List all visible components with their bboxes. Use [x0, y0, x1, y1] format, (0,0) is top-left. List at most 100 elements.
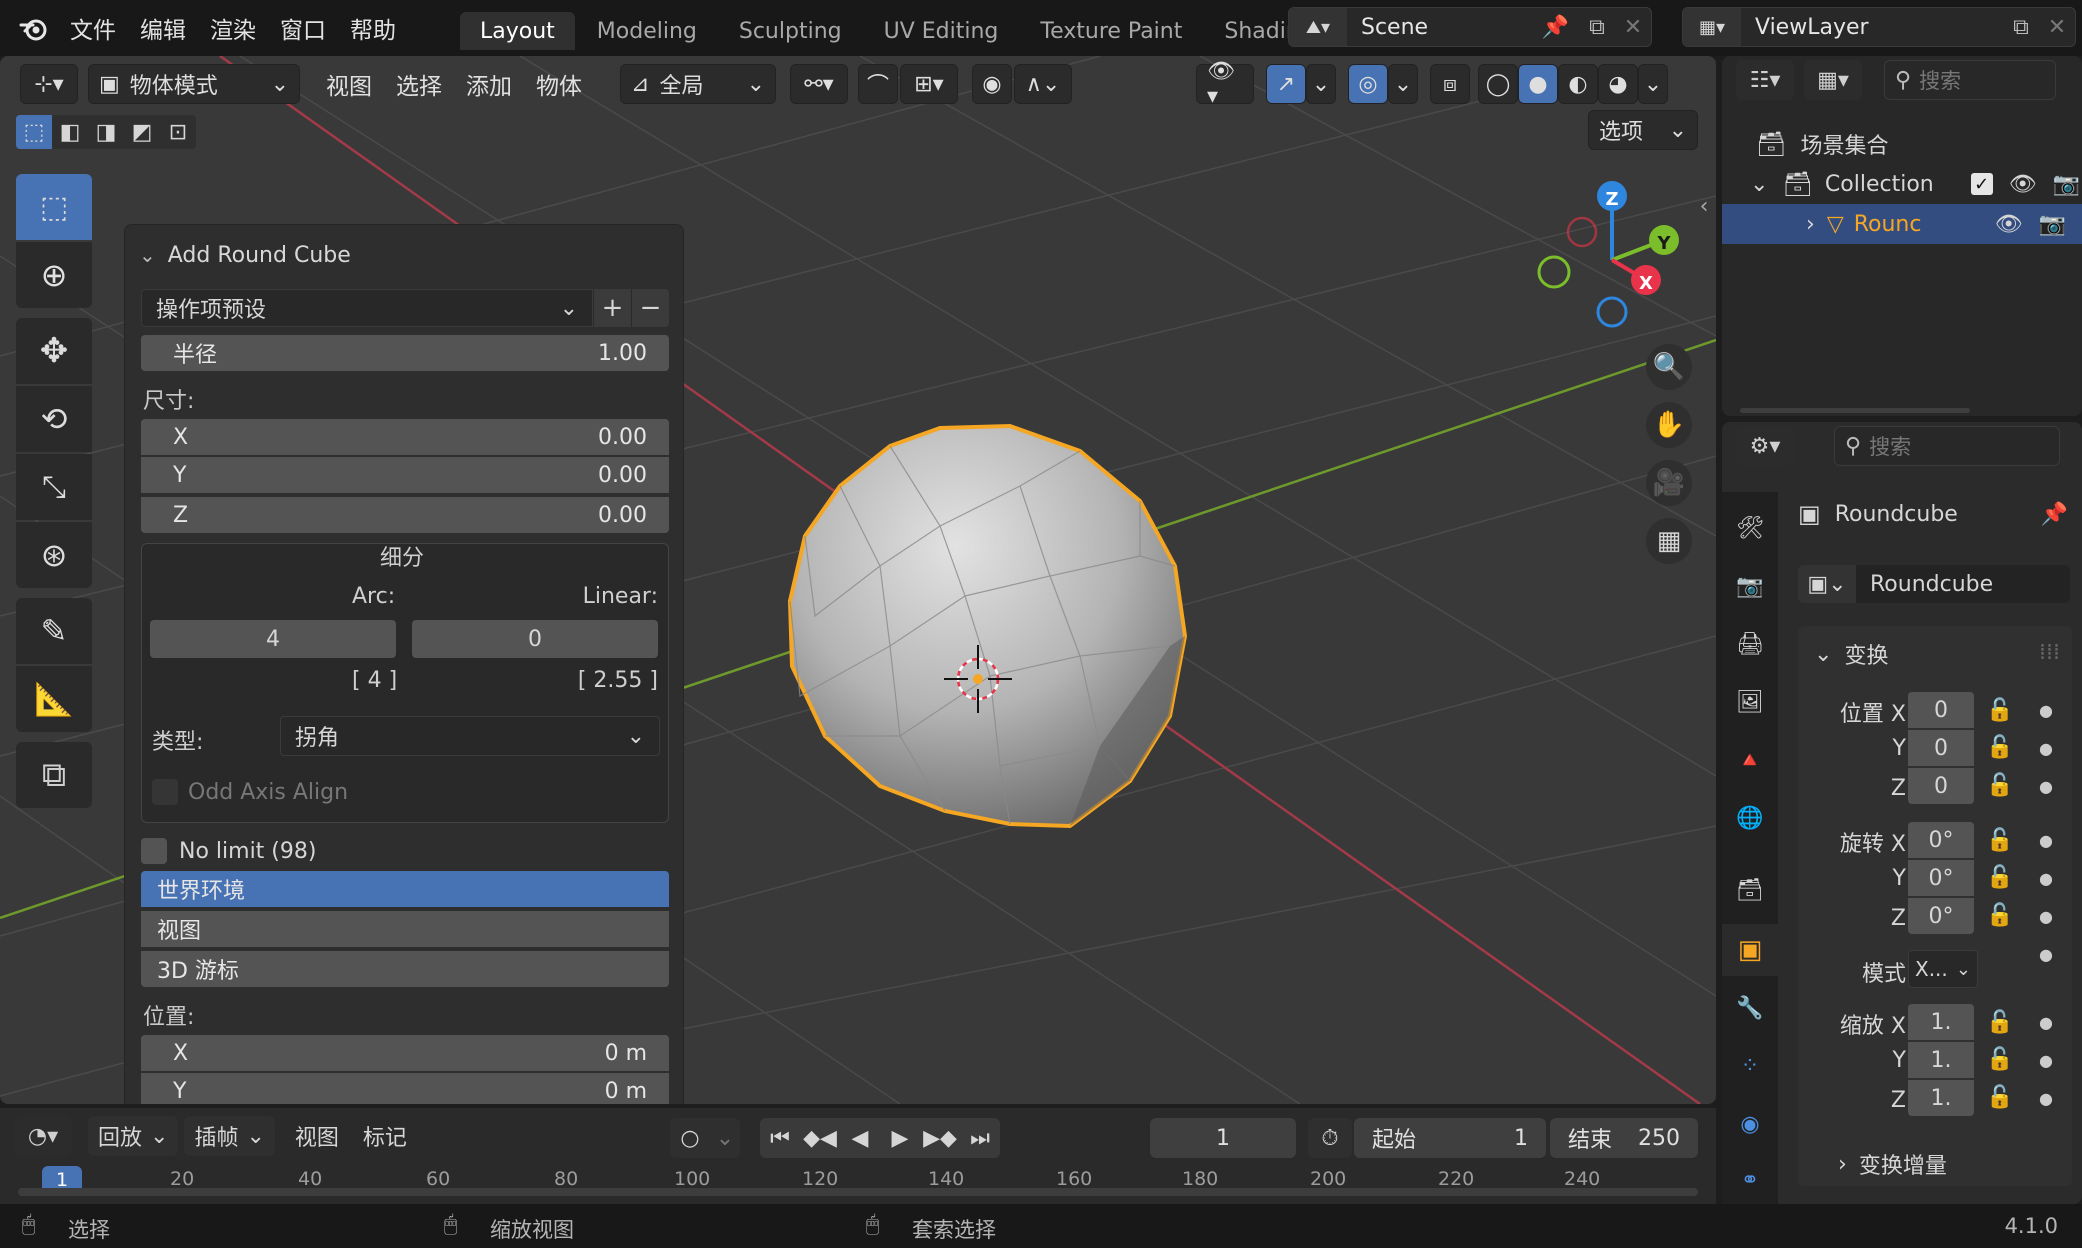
keyframe-dot-icon[interactable]: ●: [2034, 730, 2058, 768]
tool-transform[interactable]: ⊛: [16, 522, 92, 588]
xray-icon[interactable]: ⧈: [1430, 64, 1470, 104]
play-reverse-icon[interactable]: ◀: [840, 1118, 880, 1158]
world-tab-icon[interactable]: 🌐: [1728, 796, 1772, 840]
physics-tab-icon[interactable]: ◉: [1728, 1102, 1772, 1146]
checkbox-checked-icon[interactable]: ✓: [1970, 173, 1993, 195]
tab-sculpting[interactable]: Sculpting: [719, 12, 862, 50]
close-icon[interactable]: ✕: [2039, 9, 2075, 45]
pan-hand-icon[interactable]: ✋: [1646, 402, 1692, 448]
rotation-z-field[interactable]: 0°: [1908, 898, 1974, 934]
wireframe-shading-icon[interactable]: ◯: [1478, 64, 1518, 104]
timeline-menu-view[interactable]: 视图: [283, 1116, 351, 1156]
gizmo-icon[interactable]: ↗: [1266, 64, 1306, 104]
object-datablock-name[interactable]: Roundcube: [1856, 565, 2070, 603]
align-world[interactable]: 世界环境: [141, 871, 669, 907]
align-view[interactable]: 视图: [141, 911, 669, 947]
chevron-down-icon[interactable]: ⌄: [1638, 64, 1668, 104]
new-view-layer-icon[interactable]: ⧉: [2003, 9, 2039, 45]
lock-icon[interactable]: 🔓: [1982, 1040, 2018, 1078]
particles-tab-icon[interactable]: ⁘: [1728, 1044, 1772, 1088]
new-scene-icon[interactable]: ⧉: [1579, 9, 1615, 45]
remove-preset-button[interactable]: −: [631, 289, 669, 327]
align-3d-cursor[interactable]: 3D 游标: [141, 951, 669, 987]
menu-help[interactable]: 帮助: [338, 0, 408, 56]
keyframe-dot-icon[interactable]: ●: [2034, 936, 2058, 974]
lock-icon[interactable]: 🔓: [1982, 1078, 2018, 1116]
no-limit-checkbox[interactable]: No limit (98): [141, 833, 316, 869]
gizmo-z-label[interactable]: Z: [1597, 184, 1627, 214]
keyframe-dot-icon[interactable]: ●: [2034, 768, 2058, 806]
eye-icon[interactable]: 👁: [2009, 172, 2037, 197]
menu-render[interactable]: 渲染: [198, 0, 268, 56]
location-z-field[interactable]: 0: [1908, 768, 1974, 804]
scale-y-field[interactable]: 1.: [1908, 1042, 1974, 1078]
tab-modeling[interactable]: Modeling: [577, 12, 717, 50]
stopwatch-icon[interactable]: ⏱: [1308, 1118, 1352, 1158]
pivot-icon[interactable]: ⚯▾: [790, 64, 848, 104]
3d-viewport[interactable]: ⊹▾ ▣ 物体模式 ⌄ 视图 选择 添加 物体 ⊿ 全局 ⌄ ⚯▾ ⌒ ⊞▾ ◉ ∧⌄ …: [0, 56, 1716, 1104]
view-layer-selector[interactable]: ▦▾ ViewLayer ⧉ ✕: [1682, 7, 2076, 47]
outliner-editor-icon[interactable]: ☷▾: [1736, 60, 1794, 100]
properties-search-input[interactable]: ⚲ 搜索: [1834, 426, 2060, 466]
rotation-x-field[interactable]: 0°: [1908, 822, 1974, 858]
linear-field[interactable]: 0: [412, 620, 658, 658]
object-datablock-icon[interactable]: ▣⌄: [1798, 565, 1856, 603]
jump-start-icon[interactable]: ⏮: [760, 1118, 800, 1158]
gizmo-x-label[interactable]: X: [1631, 268, 1661, 298]
keyframe-dot-icon[interactable]: ●: [2034, 1004, 2058, 1042]
zoom-icon[interactable]: 🔍: [1646, 344, 1692, 390]
delta-transform-header[interactable]: › 变换增量: [1838, 1146, 1947, 1182]
tool-select-box[interactable]: ⬚: [16, 174, 92, 240]
scale-x-field[interactable]: 1.: [1908, 1004, 1974, 1040]
select-new-icon[interactable]: ⬚: [16, 115, 52, 149]
chevron-down-icon[interactable]: ⌄: [1388, 64, 1418, 104]
scene-icon[interactable]: ⛰▾: [1289, 8, 1347, 46]
select-intersect-icon[interactable]: ⊡: [160, 115, 196, 149]
arc-field[interactable]: 4: [150, 620, 396, 658]
size-z-field[interactable]: Z 0.00: [141, 497, 669, 533]
tool-move[interactable]: ✥: [16, 318, 92, 384]
snap-icon[interactable]: ⌒: [858, 64, 898, 104]
collection-row[interactable]: ⌄ 🗃 Collection ✓ 👁 📷: [1750, 164, 2080, 204]
mode-dropdown[interactable]: ▣ 物体模式 ⌄: [88, 64, 300, 104]
view-layer-name[interactable]: ViewLayer: [1755, 15, 2003, 40]
drag-handle-icon[interactable]: ⁞⁞⁞: [2039, 640, 2060, 665]
add-preset-button[interactable]: +: [593, 289, 631, 327]
tab-uv-editing[interactable]: UV Editing: [864, 12, 1019, 50]
keyframe-dot-icon[interactable]: ●: [2034, 898, 2058, 936]
object-datablock[interactable]: ▣⌄ Roundcube: [1798, 564, 2070, 604]
scene-name[interactable]: Scene: [1361, 15, 1542, 40]
menu-select[interactable]: 选择: [384, 64, 454, 104]
tool-tab-icon[interactable]: 🛠: [1728, 506, 1772, 550]
camera-render-icon[interactable]: 📷: [2039, 212, 2066, 237]
properties-editor-icon[interactable]: ⚙▾: [1736, 426, 1794, 466]
keyframe-dot-icon[interactable]: ●: [2034, 822, 2058, 860]
gizmo-y-label[interactable]: Y: [1649, 228, 1679, 258]
menu-add[interactable]: 添加: [454, 64, 524, 104]
menu-window[interactable]: 窗口: [268, 0, 338, 56]
location-x-field[interactable]: 0: [1908, 692, 1974, 728]
chevron-down-icon[interactable]: ⌄: [1306, 64, 1336, 104]
preset-dropdown[interactable]: 操作项预设 ⌄: [141, 289, 593, 327]
lock-icon[interactable]: 🔓: [1982, 858, 2018, 896]
visibility-icon[interactable]: 👁▾: [1196, 59, 1254, 109]
size-x-field[interactable]: X 0.00: [141, 419, 669, 455]
scene-collection-row[interactable]: 🗃 场景集合: [1756, 124, 1888, 164]
camera-render-icon[interactable]: 📷: [2053, 172, 2080, 197]
output-tab-icon[interactable]: 🖨: [1728, 622, 1772, 666]
snap-increment-icon[interactable]: ⊞▾: [900, 64, 958, 104]
proportional-edit-icon[interactable]: ◉: [972, 64, 1012, 104]
select-extend-icon[interactable]: ◧: [52, 115, 88, 149]
jump-end-icon[interactable]: ⏭: [960, 1118, 1000, 1158]
tool-annotate[interactable]: ✎: [16, 598, 92, 664]
rotation-mode-dropdown[interactable]: X... ⌄: [1908, 950, 1978, 988]
pin-icon[interactable]: 📌: [2041, 502, 2068, 527]
roundcube-row[interactable]: › ▽ Rounc 👁 📷: [1722, 204, 2082, 244]
sidebar-toggle-icon[interactable]: ‹: [1694, 186, 1714, 226]
display-mode-icon[interactable]: ▦▾: [1804, 60, 1862, 100]
timeline-editor-icon[interactable]: ◔▾: [14, 1116, 72, 1156]
material-shading-icon[interactable]: ◐: [1558, 64, 1598, 104]
timeline-menu-marker[interactable]: 标记: [351, 1116, 419, 1156]
keyframe-dot-icon[interactable]: ●: [2034, 1042, 2058, 1080]
radius-field[interactable]: 半径 1.00: [141, 335, 669, 371]
